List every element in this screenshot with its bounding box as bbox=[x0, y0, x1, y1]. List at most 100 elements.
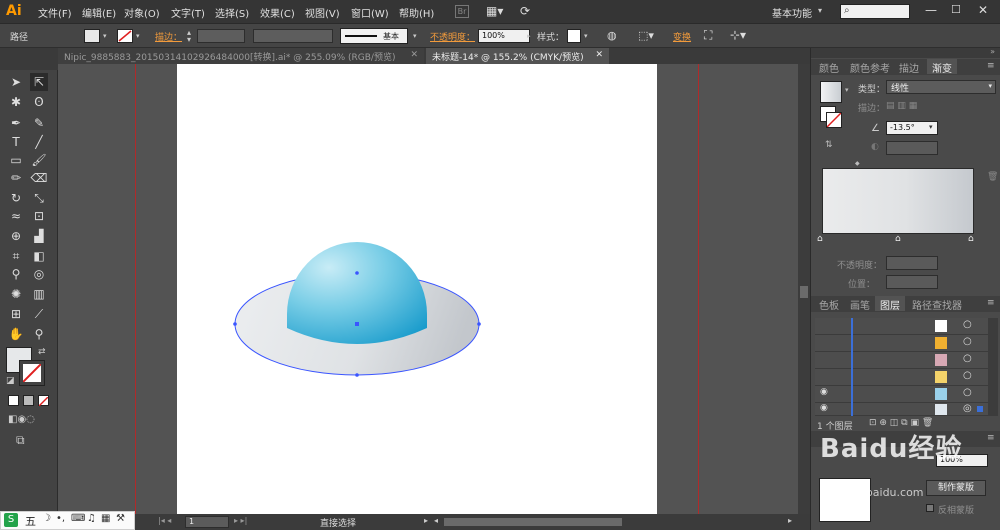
menu-type[interactable]: 文字(T) bbox=[171, 5, 205, 20]
invert-mask-checkbox[interactable] bbox=[926, 504, 934, 512]
menu-select[interactable]: 选择(S) bbox=[215, 5, 249, 20]
fill-swatch[interactable] bbox=[84, 29, 100, 43]
opacity-arrow-icon[interactable]: ▸ bbox=[527, 32, 531, 40]
anchor-point[interactable] bbox=[355, 271, 359, 275]
menu-edit[interactable]: 编辑(E) bbox=[82, 5, 116, 20]
paintbrush-tool-icon[interactable]: 🖌 bbox=[30, 151, 48, 169]
fill-chevron-icon[interactable]: ▾ bbox=[103, 32, 107, 40]
arrange-documents-icon[interactable]: ▦▾ bbox=[486, 4, 503, 18]
curvature-tool-icon[interactable]: ✎ bbox=[30, 114, 48, 132]
drawing-mode-icon[interactable]: ◧◉◌ bbox=[8, 414, 35, 425]
trash-icon[interactable]: 🗑 bbox=[987, 172, 998, 182]
panel-menu-icon[interactable]: ≡ bbox=[987, 433, 995, 443]
stroke-chevron-icon[interactable]: ▾ bbox=[136, 32, 140, 40]
brush-definition-dropdown[interactable]: 基本 bbox=[340, 28, 408, 44]
layer-row[interactable]: ○ bbox=[815, 318, 997, 335]
opacity-label[interactable]: 不透明度： bbox=[430, 30, 475, 43]
mesh-tool-icon[interactable]: ⌗ bbox=[7, 247, 25, 265]
style-chevron-icon[interactable]: ▾ bbox=[584, 32, 588, 40]
minimize-button[interactable]: — bbox=[925, 3, 937, 17]
status-arrow-icon[interactable]: ▸ bbox=[424, 516, 428, 525]
panel-menu-icon[interactable]: ≡ bbox=[987, 298, 995, 308]
tab-gradient[interactable]: 渐变 bbox=[927, 59, 957, 75]
pen-tool-icon[interactable]: ✒ bbox=[7, 114, 25, 132]
maximize-button[interactable]: ☐ bbox=[951, 3, 961, 16]
gradient-type-dropdown[interactable]: 线性 ▾ bbox=[886, 80, 996, 94]
rectangle-tool-icon[interactable]: ▭ bbox=[7, 151, 25, 169]
target-icon[interactable]: ○ bbox=[963, 370, 972, 381]
layer-row[interactable]: ○ bbox=[815, 369, 997, 386]
selection-tool-icon[interactable]: ➤ bbox=[7, 73, 25, 91]
keyboard-icon[interactable]: ⌨ bbox=[71, 513, 85, 524]
search-input[interactable]: ⌕ bbox=[840, 4, 910, 19]
hand-tool-icon[interactable]: ✋ bbox=[7, 325, 25, 343]
symbol-sprayer-tool-icon[interactable]: ✺ bbox=[7, 285, 25, 303]
slice-tool-icon[interactable]: ⟋ bbox=[30, 305, 48, 323]
vertical-scrollbar[interactable] bbox=[798, 64, 810, 514]
menu-effect[interactable]: 效果(C) bbox=[260, 5, 295, 20]
warp-tool-icon[interactable]: ≈ bbox=[7, 207, 25, 225]
first-artboard-icon[interactable]: |◂ ◂ bbox=[158, 516, 171, 525]
collapse-icon[interactable]: » bbox=[990, 47, 995, 56]
ime-mode-label[interactable]: 五 bbox=[25, 513, 36, 529]
stroke-stepper[interactable]: ▴ ▾ bbox=[187, 29, 191, 44]
reverse-gradient-icon[interactable]: ⇅ bbox=[825, 140, 833, 150]
wrench-icon[interactable]: ⚒ bbox=[116, 513, 125, 524]
sync-icon[interactable]: ⟳ bbox=[520, 4, 530, 18]
lasso-tool-icon[interactable]: ʘ bbox=[30, 93, 48, 111]
target-icon[interactable]: ◎ bbox=[963, 403, 972, 414]
bridge-icon[interactable]: Br bbox=[455, 5, 469, 18]
none-mode-button[interactable] bbox=[38, 395, 49, 407]
pencil-tool-icon[interactable]: ✏ bbox=[7, 169, 25, 187]
gradient-stop-left[interactable]: ⌂ bbox=[817, 234, 823, 244]
close-button[interactable]: ✕ bbox=[978, 3, 988, 17]
direct-selection-tool-icon[interactable]: ⇱ bbox=[30, 73, 48, 91]
aspect-ratio-field[interactable] bbox=[886, 141, 938, 155]
status-tool-label[interactable]: 直接选择 bbox=[320, 516, 356, 529]
gradient-slider-preview[interactable] bbox=[822, 168, 974, 234]
stroke-swatch[interactable] bbox=[117, 29, 133, 43]
gradient-stop-right[interactable]: ⌂ bbox=[968, 234, 974, 244]
target-icon[interactable]: ○ bbox=[963, 353, 972, 364]
target-icon[interactable]: ○ bbox=[963, 319, 972, 330]
midpoint-marker-icon[interactable]: ◆ bbox=[855, 160, 860, 167]
rotate-tool-icon[interactable]: ↻ bbox=[7, 189, 25, 207]
column-graph-tool-icon[interactable]: ▥ bbox=[30, 285, 48, 303]
moon-icon[interactable]: ☽ bbox=[42, 513, 51, 524]
zoom-tool-icon[interactable]: ⚲ bbox=[30, 325, 48, 343]
gradient-preview-swatch[interactable] bbox=[820, 81, 842, 103]
object-thumbnail[interactable] bbox=[819, 478, 871, 522]
tab-stroke[interactable]: 描边 bbox=[894, 59, 924, 75]
ime-toolbar[interactable]: S 五 ☽ •, ⌨ ♫ ▦ ⚒ bbox=[0, 511, 135, 530]
screen-mode-icon[interactable]: ⧉ bbox=[16, 433, 25, 448]
recolor-artwork-icon[interactable]: ◍ bbox=[607, 29, 617, 42]
chevron-down-icon[interactable]: ▾ bbox=[929, 123, 933, 131]
ufo-dome-shape[interactable] bbox=[287, 242, 427, 344]
gradient-stop-mid[interactable]: ⌂ bbox=[895, 234, 901, 244]
magic-wand-tool-icon[interactable]: ✱ bbox=[7, 93, 25, 111]
layer-row[interactable]: ○ bbox=[815, 352, 997, 369]
artboard-tool-icon[interactable]: ⊞ bbox=[7, 305, 25, 323]
free-transform-tool-icon[interactable]: ⊡ bbox=[30, 207, 48, 225]
graphic-style-swatch[interactable] bbox=[567, 29, 581, 43]
layer-row[interactable]: ○ bbox=[815, 335, 997, 352]
default-colors-icon[interactable]: ◪ bbox=[6, 376, 15, 386]
color-mode-button[interactable] bbox=[8, 395, 19, 406]
close-icon[interactable]: ✕ bbox=[595, 50, 603, 60]
tab-color[interactable]: 颜色 bbox=[814, 59, 844, 75]
vertical-scroll-thumb[interactable] bbox=[800, 286, 808, 298]
close-icon[interactable]: ✕ bbox=[410, 50, 418, 60]
stroke-label[interactable]: 描边： bbox=[155, 30, 182, 43]
chevron-down-icon[interactable]: ▾ bbox=[845, 86, 849, 94]
transform-label[interactable]: 变换 bbox=[673, 30, 691, 43]
visibility-eye-icon[interactable]: ◉ bbox=[820, 403, 828, 413]
anchor-point[interactable] bbox=[233, 322, 237, 326]
blend-tool-icon[interactable]: ◎ bbox=[30, 265, 48, 283]
selection-indicator[interactable] bbox=[977, 406, 983, 412]
ufo-artwork[interactable] bbox=[177, 64, 657, 514]
swap-colors-icon[interactable]: ⇄ bbox=[38, 347, 46, 357]
scroll-right-icon[interactable]: ▸ bbox=[788, 516, 792, 525]
align-icon[interactable]: ⬚▾ bbox=[638, 29, 654, 42]
horizontal-scroll-thumb[interactable] bbox=[444, 518, 622, 526]
artboard-number-field[interactable]: 1 bbox=[185, 516, 229, 528]
